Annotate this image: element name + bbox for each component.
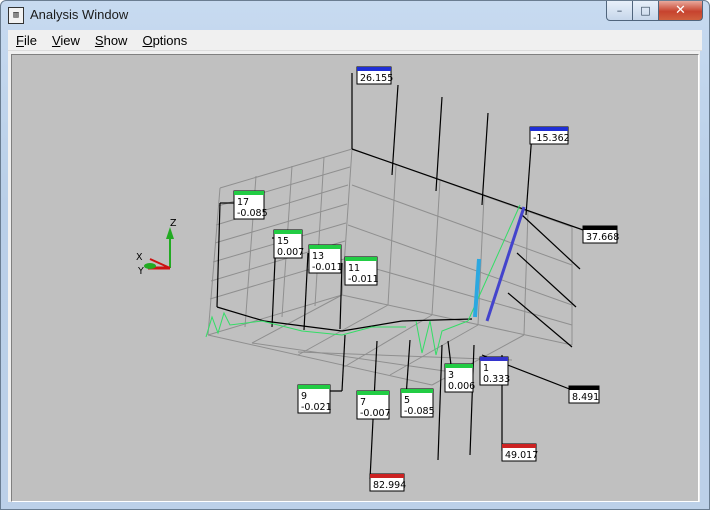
- menu-options[interactable]: Options: [134, 33, 194, 48]
- svg-text:9: 9: [301, 391, 307, 402]
- minimize-button[interactable]: –: [606, 1, 633, 21]
- value-label-49017-bar: [502, 444, 536, 448]
- svg-text:82.994: 82.994: [373, 480, 406, 491]
- svg-text:-0.011: -0.011: [312, 262, 343, 273]
- value-label-37668-bar: [583, 226, 617, 230]
- scene-svg: Z X Y 17 -0.085 15 0.007 13 -0.011 11 -0…: [136, 66, 619, 492]
- value-label-26155[interactable]: 26.155: [356, 66, 393, 85]
- axes-indicator: Z X Y: [136, 218, 177, 277]
- node-label-17[interactable]: 17 -0.085: [233, 190, 268, 220]
- node-label-7-bar: [357, 391, 389, 395]
- svg-text:0.006: 0.006: [448, 381, 475, 392]
- node-label-11[interactable]: 11 -0.011: [344, 256, 379, 286]
- node-label-5-bar: [401, 389, 433, 393]
- svg-text:13: 13: [312, 251, 324, 262]
- svg-text:3: 3: [448, 370, 454, 381]
- menu-show[interactable]: Show: [87, 33, 135, 48]
- axis-y-label: Y: [137, 266, 144, 277]
- value-label-37668[interactable]: 37.668: [582, 225, 619, 244]
- menu-bar: File View Show Options: [8, 30, 702, 51]
- node-label-1-bar: [480, 357, 508, 361]
- client-area: Z X Y 17 -0.085 15 0.007 13 -0.011 11 -0…: [8, 51, 700, 502]
- value-label-8491[interactable]: 8.491: [568, 385, 600, 404]
- svg-text:15: 15: [277, 236, 289, 247]
- svg-text:5: 5: [404, 395, 410, 406]
- menu-file[interactable]: File: [8, 33, 44, 48]
- maximize-button[interactable]: □: [633, 1, 659, 21]
- app-icon[interactable]: ▥: [8, 7, 24, 24]
- svg-text:17: 17: [237, 197, 249, 208]
- node-label-9[interactable]: 9 -0.021: [297, 384, 332, 414]
- svg-text:11: 11: [348, 263, 360, 274]
- value-labels: 26.155 -15.362 37.668 8.491 49.017 82.99…: [356, 66, 619, 492]
- caption-buttons: – □ ✕: [606, 1, 703, 21]
- node-label-13[interactable]: 13 -0.011: [308, 244, 343, 274]
- svg-text:8.491: 8.491: [572, 392, 599, 403]
- svg-text:26.155: 26.155: [360, 73, 393, 84]
- node-label-9-bar: [298, 385, 330, 389]
- svg-text:-0.085: -0.085: [404, 406, 435, 417]
- menu-view[interactable]: View: [44, 33, 87, 48]
- svg-text:-0.007: -0.007: [360, 408, 391, 419]
- node-label-1[interactable]: 1 0.333: [479, 356, 510, 386]
- value-label-82994-bar: [370, 474, 404, 478]
- value-label-49017[interactable]: 49.017: [501, 443, 538, 462]
- window-title: Analysis Window: [30, 7, 129, 22]
- svg-text:-0.011: -0.011: [348, 274, 379, 285]
- svg-text:1: 1: [483, 363, 489, 374]
- 3d-viewport[interactable]: Z X Y 17 -0.085 15 0.007 13 -0.011 11 -0…: [11, 54, 699, 502]
- svg-text:-15.362: -15.362: [533, 133, 570, 144]
- node-label-3[interactable]: 3 0.006: [444, 363, 475, 393]
- node-label-15[interactable]: 15 0.007: [273, 229, 304, 259]
- value-label-26155-bar: [357, 67, 391, 71]
- analysis-window: ▥ Analysis Window – □ ✕ File View Show O…: [0, 0, 710, 510]
- axis-x-label: X: [136, 252, 143, 263]
- svg-text:0.007: 0.007: [277, 247, 304, 258]
- wireframe-grid: [207, 148, 573, 386]
- svg-text:0.333: 0.333: [483, 374, 510, 385]
- node-label-5[interactable]: 5 -0.085: [400, 388, 435, 418]
- node-label-11-bar: [345, 257, 377, 261]
- close-button[interactable]: ✕: [659, 1, 703, 21]
- title-bar[interactable]: ▥ Analysis Window – □ ✕: [1, 1, 709, 29]
- value-label-82994[interactable]: 82.994: [369, 473, 406, 492]
- svg-text:49.017: 49.017: [505, 450, 538, 461]
- value-label-8491-bar: [569, 386, 599, 390]
- axis-z-label: Z: [170, 218, 177, 229]
- node-label-13-bar: [309, 245, 341, 249]
- svg-text:37.668: 37.668: [586, 232, 619, 243]
- svg-text:-0.085: -0.085: [237, 208, 268, 219]
- node-label-15-bar: [274, 230, 302, 234]
- node-label-3-bar: [445, 364, 473, 368]
- value-label-neg15362[interactable]: -15.362: [529, 126, 570, 145]
- svg-text:7: 7: [360, 397, 366, 408]
- svg-text:-0.021: -0.021: [301, 402, 332, 413]
- value-label-neg15362-bar: [530, 127, 568, 131]
- node-label-7[interactable]: 7 -0.007: [356, 390, 391, 420]
- node-label-17-bar: [234, 191, 264, 195]
